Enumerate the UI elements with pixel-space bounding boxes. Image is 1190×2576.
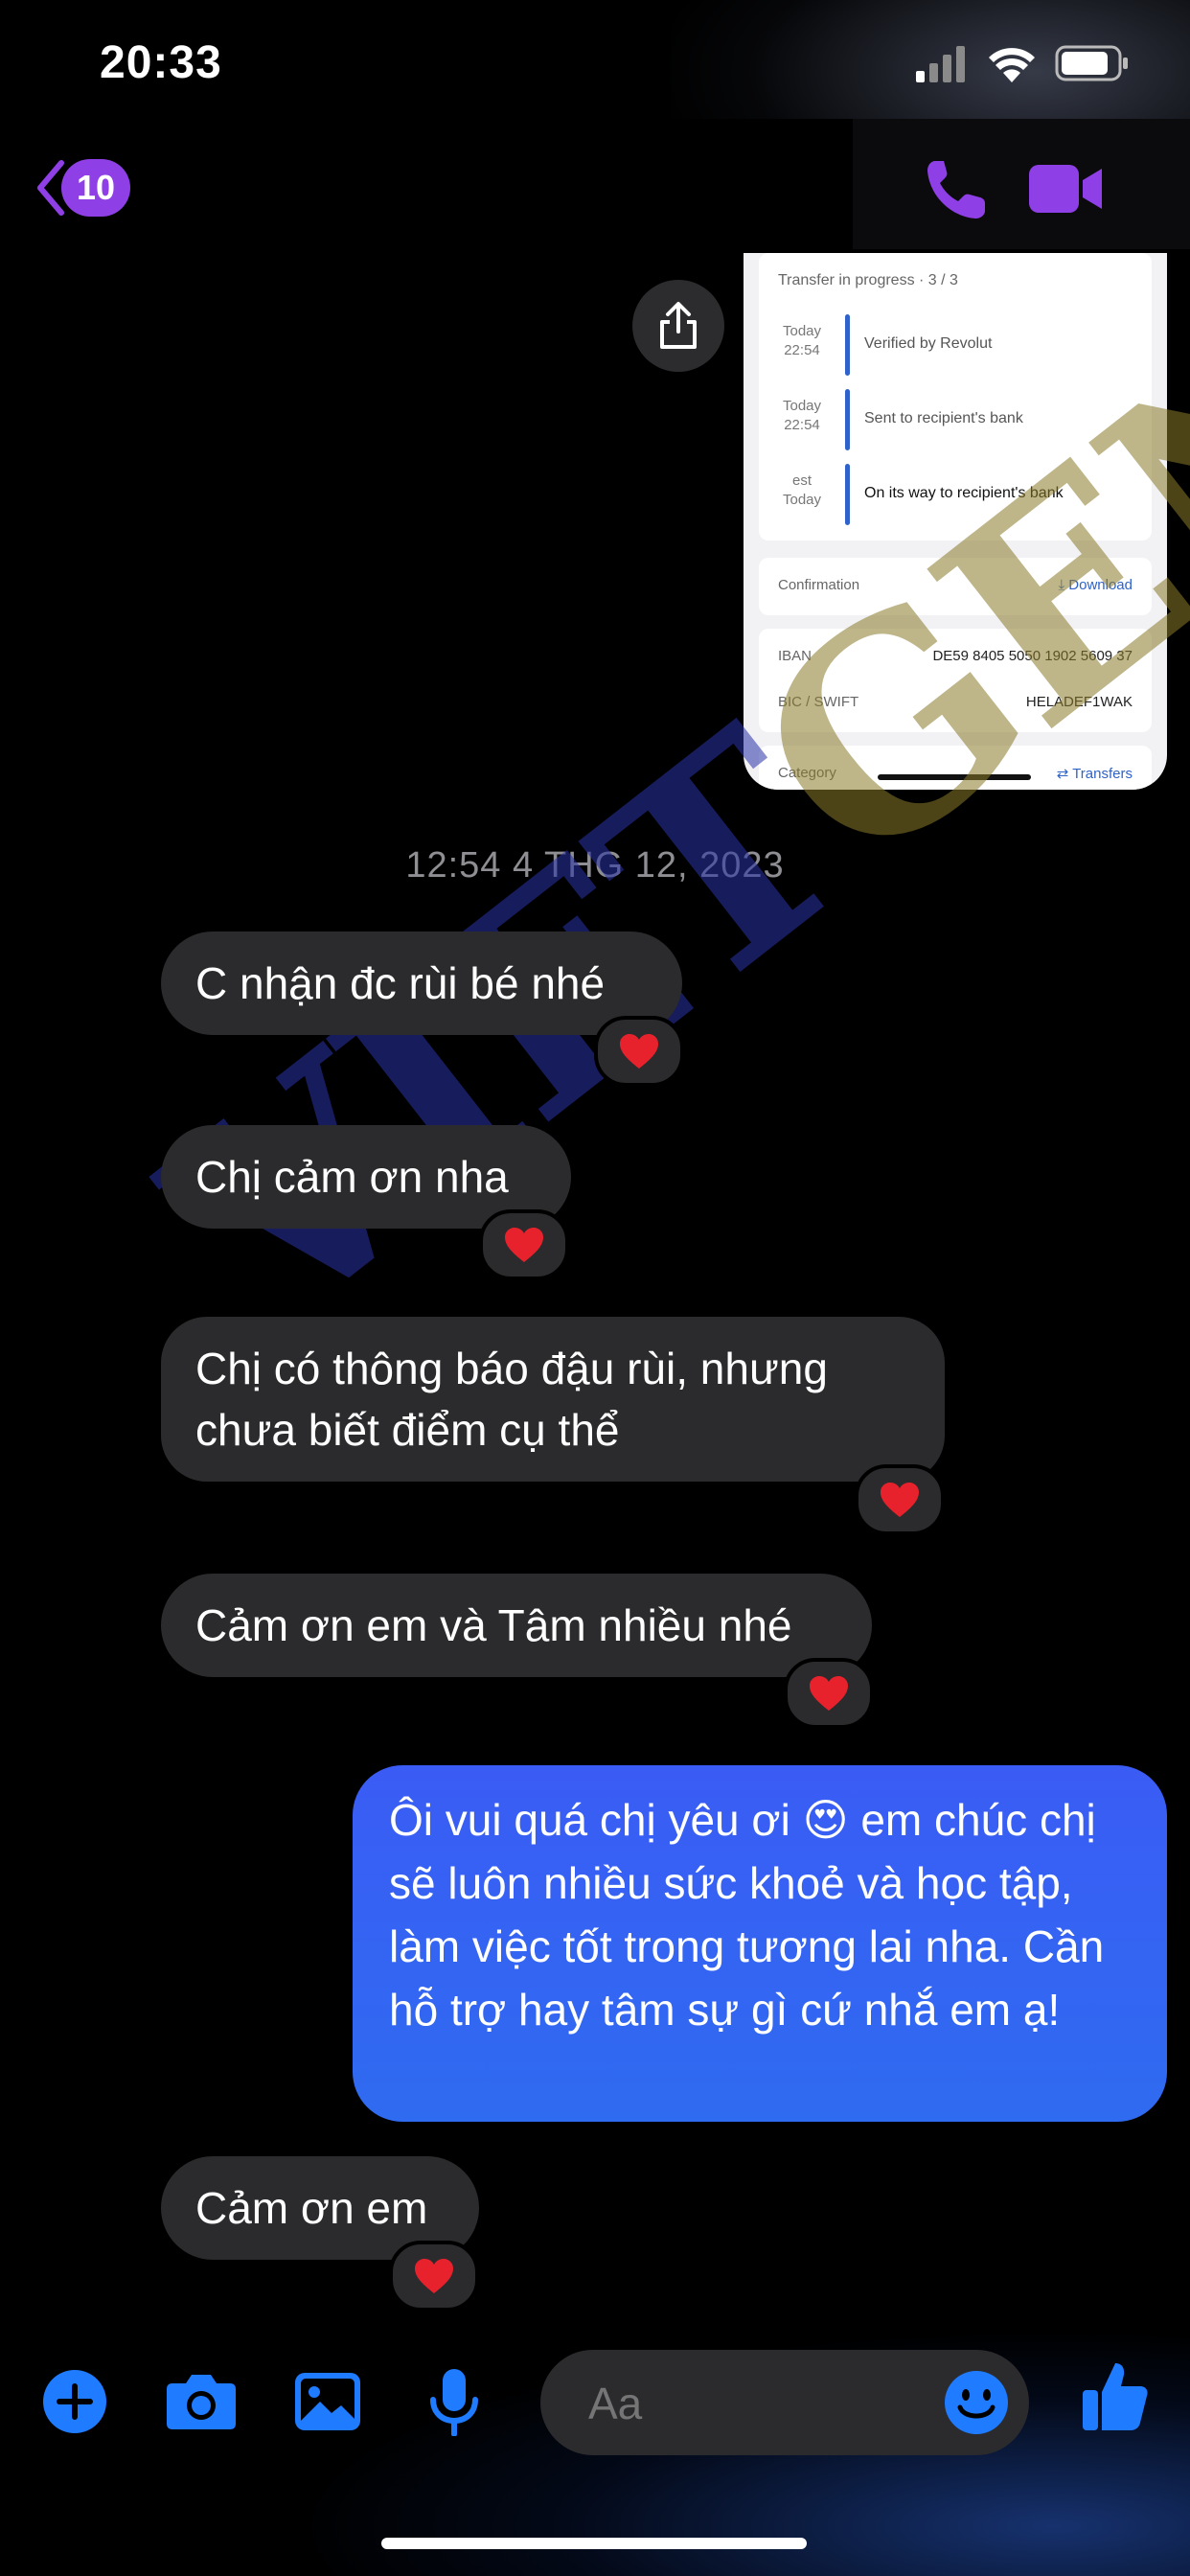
transfer-progress-panel: Transfer in progress · 3 / 3 Today 22:54 … — [759, 253, 1152, 540]
reaction-badge[interactable] — [479, 1209, 569, 1280]
home-indicator — [381, 2538, 807, 2549]
reaction-badge[interactable] — [594, 1016, 684, 1087]
timeline-when: Today 22:54 — [782, 398, 822, 433]
heart-icon — [415, 2259, 453, 2293]
status-icons — [916, 45, 1128, 82]
category-panel: Category ⇄ Transfers — [759, 746, 1152, 790]
incoming-message[interactable]: Chị có thông báo đậu rùi, nhưng chưa biế… — [161, 1317, 945, 1482]
message-input-container[interactable] — [540, 2350, 1029, 2455]
camera-icon — [167, 2375, 236, 2429]
timeline-bar — [845, 464, 850, 525]
bank-details-panel: IBAN DE59 8405 5050 1902 5609 37 BIC / S… — [759, 629, 1152, 732]
gallery-button[interactable] — [289, 2363, 366, 2440]
heart-icon — [810, 1676, 848, 1711]
video-call-icon[interactable] — [1027, 159, 1104, 218]
attachment-home-indicator — [878, 774, 1031, 780]
camera-button[interactable] — [163, 2363, 240, 2440]
confirmation-panel: Confirmation ⤓ Download — [759, 558, 1152, 615]
add-button[interactable] — [36, 2363, 113, 2440]
wifi-icon — [989, 48, 1035, 82]
iban-value: DE59 8405 5050 1902 5609 37 — [932, 648, 1133, 664]
incoming-message[interactable]: C nhận đc rùi bé nhé — [161, 932, 682, 1035]
timeline-row: Today 22:54 Sent to recipient's bank — [759, 385, 1152, 454]
heart-icon — [620, 1034, 658, 1069]
iban-label: IBAN — [778, 648, 812, 664]
message-timestamp: 12:54 4 THG 12, 2023 — [405, 845, 785, 886]
share-icon — [660, 302, 697, 349]
bic-label: BIC / SWIFT — [778, 694, 859, 710]
heart-icon — [881, 1483, 919, 1517]
status-time: 20:33 — [100, 37, 222, 88]
like-button[interactable] — [1077, 2358, 1154, 2434]
timeline-bar — [845, 314, 850, 376]
unread-badge: 10 — [61, 159, 130, 217]
microphone-icon — [430, 2369, 478, 2436]
thumbs-up-icon — [1083, 2363, 1148, 2430]
reaction-badge[interactable] — [855, 1464, 945, 1535]
heart-icon — [505, 1228, 543, 1262]
emoji-icon[interactable] — [943, 2369, 1010, 2436]
header-actions-background — [853, 119, 1190, 249]
category-value: ⇄ Transfers — [1056, 766, 1133, 782]
timeline-row: est Today On its way to recipient's bank — [759, 460, 1152, 529]
confirmation-label: Confirmation — [778, 577, 860, 593]
outgoing-message[interactable]: Ôi vui quá chị yêu ơi 😍 em chúc chị sẽ l… — [353, 1765, 1167, 2122]
back-button[interactable]: 10 — [34, 157, 130, 218]
timeline-label: Verified by Revolut — [864, 335, 993, 352]
battery-icon — [1055, 45, 1128, 81]
transfer-title: Transfer in progress · 3 / 3 — [778, 272, 958, 288]
reaction-badge[interactable] — [389, 2241, 479, 2312]
timeline-bar — [845, 389, 850, 450]
timeline-when: est Today — [782, 472, 822, 508]
bic-value: HELADEF1WAK — [1025, 694, 1133, 710]
plus-circle-icon — [43, 2370, 106, 2433]
download-link[interactable]: ⤓ Download — [1058, 577, 1133, 593]
timeline-label: On its way to recipient's bank — [864, 485, 1064, 501]
reaction-badge[interactable] — [784, 1658, 874, 1729]
download-icon: ⤓ — [1058, 577, 1069, 593]
share-button[interactable] — [632, 280, 724, 372]
message-input[interactable] — [586, 2377, 878, 2430]
timeline-label: Sent to recipient's bank — [864, 410, 1023, 426]
timeline-when: Today 22:54 — [782, 323, 822, 358]
photo-icon — [295, 2373, 360, 2430]
cellular-signal-icon — [916, 46, 965, 82]
phone-call-icon[interactable] — [922, 155, 991, 224]
timeline-row: Today 22:54 Verified by Revolut — [759, 310, 1152, 380]
transfer-arrows-icon: ⇄ — [1056, 766, 1073, 782]
redacted-contact-name — [201, 119, 853, 249]
category-label: Category — [778, 765, 836, 781]
incoming-message[interactable]: Cảm ơn em và Tâm nhiều nhé — [161, 1574, 872, 1677]
voice-message-button[interactable] — [416, 2363, 492, 2440]
transfer-screenshot-attachment[interactable]: Transfer in progress · 3 / 3 Today 22:54 … — [744, 253, 1167, 790]
